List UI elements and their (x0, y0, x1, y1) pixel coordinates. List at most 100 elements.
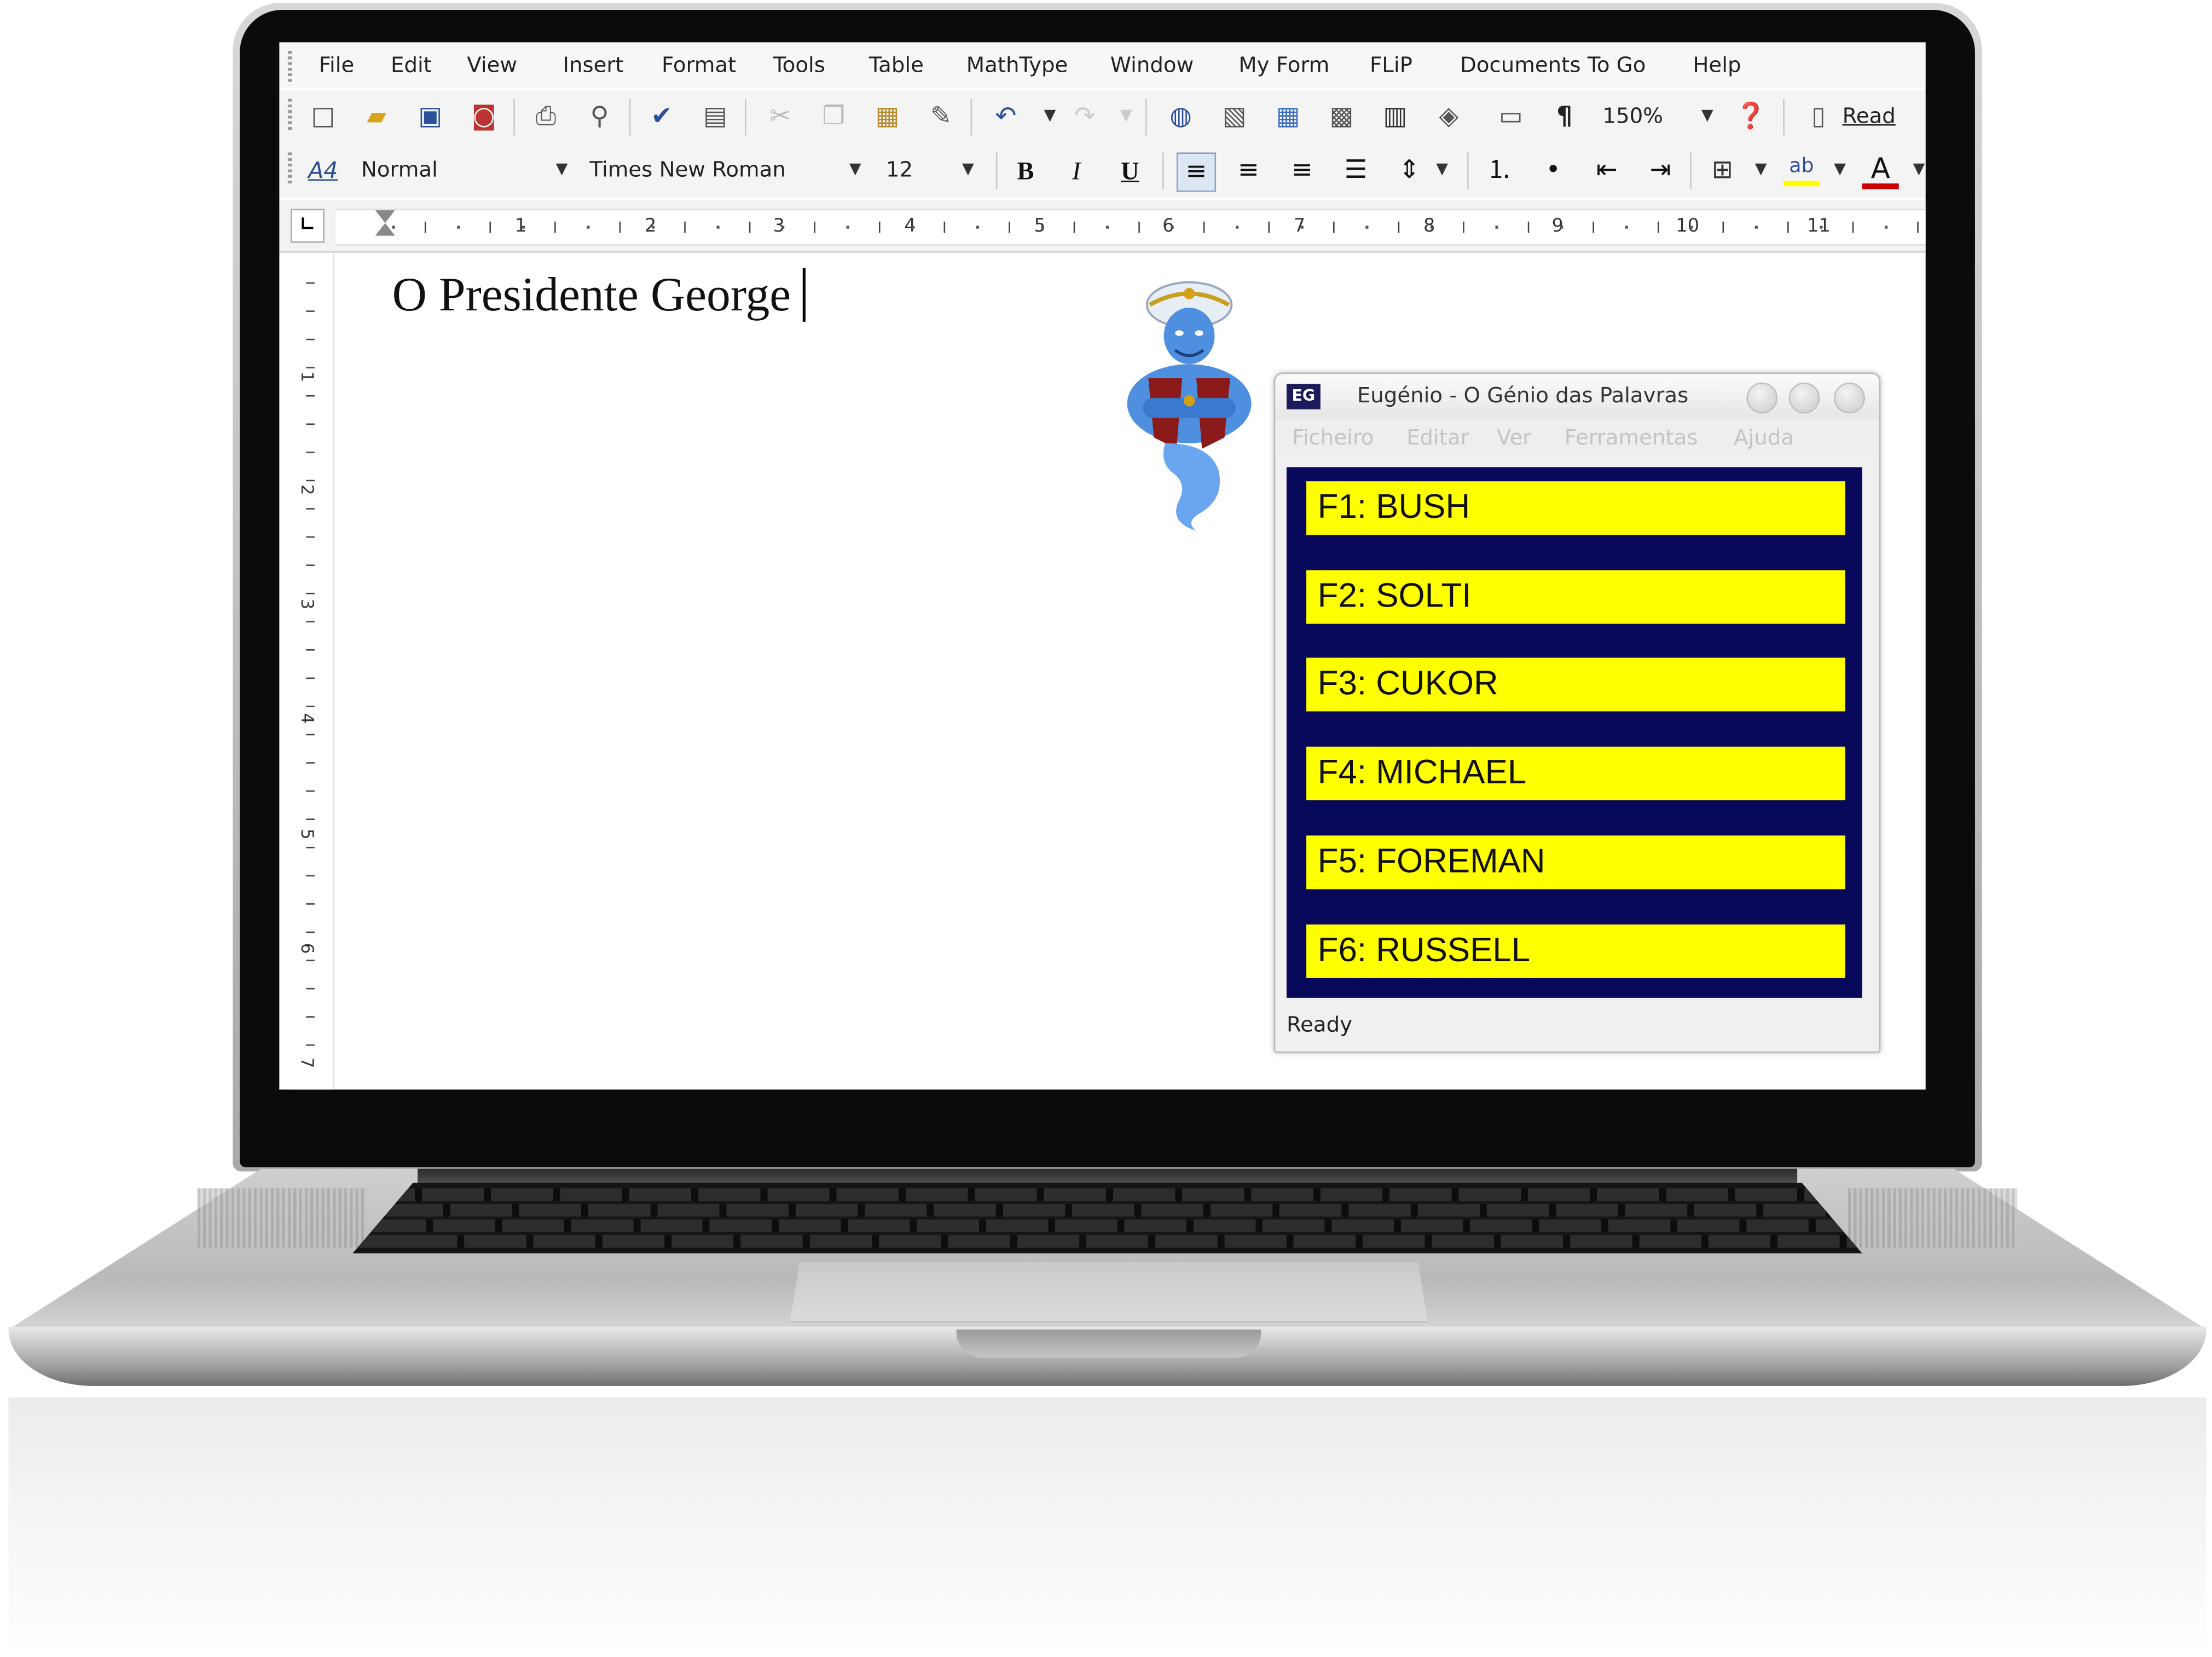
open-folder-icon[interactable]: ▰ (358, 99, 395, 135)
highlight-dropdown-arrow-icon[interactable]: ▼ (1834, 152, 1846, 186)
menu-flip[interactable]: FLiP (1370, 52, 1412, 77)
document-map-icon[interactable]: ▭ (1492, 99, 1529, 135)
ruler-tick (1171, 226, 1174, 229)
undo-icon[interactable]: ↶ (987, 99, 1024, 135)
formatting-toolbar: A4 Normal ▼ Times New Roman ▼ 12 ▼ B I U… (279, 143, 1926, 198)
spelling-check-icon[interactable]: ✔ (643, 99, 680, 135)
suggestion-f1[interactable]: F1: BUSH (1306, 481, 1845, 535)
decrease-indent-icon[interactable]: ⇤ (1589, 152, 1625, 189)
font-size-dropdown-arrow-icon[interactable]: ▼ (962, 152, 974, 186)
italic-button[interactable]: I (1058, 152, 1095, 189)
redo-dropdown-arrow-icon[interactable]: ▼ (1120, 99, 1132, 132)
suggestion-f6[interactable]: F6: RUSSELL (1306, 924, 1845, 978)
eugenio-menu-ajuda[interactable]: Ajuda (1734, 425, 1794, 450)
justify-icon[interactable]: ☰ (1337, 152, 1374, 189)
print-icon[interactable]: ⎙ (528, 99, 564, 135)
genie-mascot-icon[interactable] (1111, 274, 1267, 531)
paste-icon[interactable]: ▦ (869, 99, 906, 135)
cut-icon[interactable]: ✂ (762, 99, 798, 135)
permission-icon[interactable]: ◙ (466, 99, 502, 135)
read-button[interactable]: Read (1843, 99, 1896, 132)
minimize-button[interactable] (1746, 382, 1778, 414)
print-preview-icon[interactable]: ⚲ (581, 99, 618, 135)
eugenio-menu-ver[interactable]: Ver (1497, 425, 1531, 450)
vertical-ruler-tick (306, 1016, 315, 1018)
insert-excel-icon[interactable]: ▩ (1323, 99, 1360, 135)
vertical-ruler-tick (306, 960, 315, 961)
redo-icon[interactable]: ↷ (1067, 99, 1103, 135)
borders-dropdown-arrow-icon[interactable]: ▼ (1755, 152, 1767, 186)
increase-indent-icon[interactable]: ⇥ (1642, 152, 1679, 189)
columns-icon[interactable]: ▥ (1377, 99, 1414, 135)
ruler-tick (457, 226, 460, 229)
underline-button[interactable]: U (1111, 152, 1148, 189)
suggestion-f5[interactable]: F5: FOREMAN (1306, 835, 1845, 890)
menu-help[interactable]: Help (1693, 52, 1741, 77)
eugenio-menu-ferramentas[interactable]: Ferramentas (1565, 425, 1698, 450)
show-hide-paragraph-icon[interactable]: ¶ (1546, 99, 1583, 135)
new-document-icon[interactable]: □ (305, 99, 341, 135)
document-text: O Presidente George (392, 269, 791, 322)
menu-edit[interactable]: Edit (391, 52, 432, 77)
eugenio-menu-editar[interactable]: Editar (1406, 425, 1469, 450)
menu-format[interactable]: Format (662, 52, 736, 77)
menu-documents-to-go[interactable]: Documents To Go (1460, 52, 1646, 77)
numbering-icon[interactable]: ⒈ (1481, 152, 1518, 189)
zoom-select[interactable]: 150% (1602, 99, 1663, 132)
insert-table-icon[interactable]: ▦ (1270, 99, 1306, 135)
close-button[interactable] (1834, 382, 1865, 414)
font-dropdown-arrow-icon[interactable]: ▼ (849, 152, 861, 186)
eugenio-title-bar[interactable]: EG Eugénio - O Génio das Palavras (1275, 374, 1879, 419)
read-book-icon[interactable]: ▯ (1800, 99, 1837, 135)
menu-my-form[interactable]: My Form (1238, 52, 1329, 77)
maximize-button[interactable] (1788, 382, 1820, 414)
ruler-number: 7 (1293, 216, 1306, 238)
save-icon[interactable]: ▣ (412, 99, 449, 135)
undo-dropdown-arrow-icon[interactable]: ▼ (1044, 99, 1056, 132)
menu-mathtype[interactable]: MathType (966, 52, 1068, 77)
tables-borders-icon[interactable]: ▧ (1216, 99, 1253, 135)
menu-window[interactable]: Window (1110, 52, 1194, 77)
highlight-button[interactable]: ab (1783, 152, 1820, 187)
suggestion-f2[interactable]: F2: SOLTI (1306, 570, 1845, 624)
toolbar-separator (970, 99, 972, 136)
borders-icon[interactable]: ⊞ (1704, 152, 1741, 189)
align-left-icon[interactable]: ≡ (1176, 152, 1217, 192)
menu-tools[interactable]: Tools (773, 52, 825, 77)
drawing-icon[interactable]: ◈ (1431, 99, 1467, 135)
align-right-icon[interactable]: ≡ (1284, 152, 1321, 189)
zoom-dropdown-arrow-icon[interactable]: ▼ (1701, 99, 1713, 132)
menu-table[interactable]: Table (869, 52, 924, 77)
bullets-icon[interactable]: • (1535, 152, 1572, 189)
help-icon[interactable]: ❓ (1733, 99, 1769, 135)
suggestion-f4[interactable]: F4: MICHAEL (1306, 746, 1845, 800)
style-select[interactable]: Normal (361, 152, 438, 186)
styles-formatting-icon[interactable]: A4 (305, 152, 341, 189)
menu-file[interactable]: File (319, 52, 355, 77)
laptop-scene: File Edit View Insert Format Tools Table… (0, 0, 2212, 1657)
line-spacing-icon[interactable]: ⇕ (1391, 152, 1428, 189)
right-speaker-grille (1848, 1188, 2018, 1248)
font-color-dropdown-arrow-icon[interactable]: ▼ (1913, 152, 1925, 186)
hyperlink-icon[interactable]: ◍ (1162, 99, 1199, 135)
eugenio-menu-ficheiro[interactable]: Ficheiro (1292, 425, 1374, 450)
font-color-button[interactable]: A (1862, 152, 1899, 189)
ruler-number: 1 (514, 216, 527, 238)
tab-selector-icon[interactable]: ∟ (291, 209, 325, 243)
vertical-ruler-tick (306, 931, 315, 933)
font-select[interactable]: Times New Roman (590, 152, 786, 186)
align-center-icon[interactable]: ≡ (1230, 152, 1267, 189)
menu-insert[interactable]: Insert (563, 52, 624, 77)
bold-button[interactable]: B (1007, 152, 1044, 189)
ruler-tick (976, 226, 979, 229)
format-painter-icon[interactable]: ✎ (923, 99, 959, 135)
document-body[interactable]: O Presidente George (392, 268, 805, 324)
suggestion-f3[interactable]: F3: CUKOR (1306, 657, 1845, 712)
vertical-ruler-tick (306, 846, 315, 848)
menu-view[interactable]: View (467, 52, 517, 77)
font-size-select[interactable]: 12 (886, 152, 913, 186)
copy-icon[interactable]: ❐ (815, 99, 852, 135)
style-dropdown-arrow-icon[interactable]: ▼ (556, 152, 568, 186)
line-spacing-dropdown-arrow-icon[interactable]: ▼ (1436, 152, 1448, 186)
research-icon[interactable]: ▤ (697, 99, 733, 135)
